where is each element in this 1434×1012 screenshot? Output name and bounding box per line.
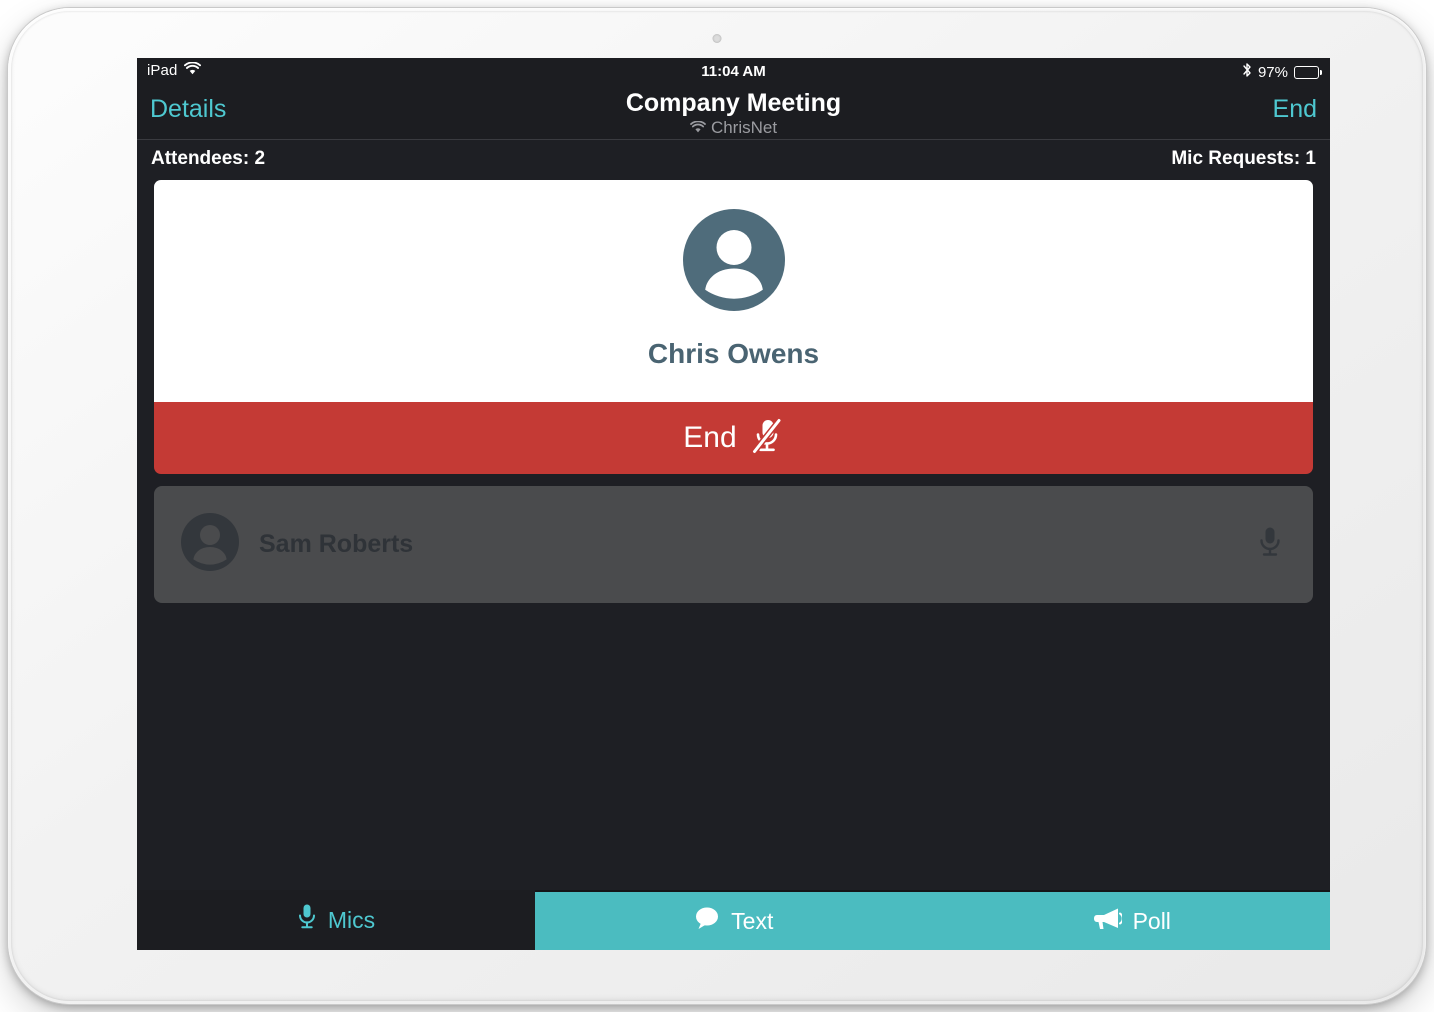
end-speaker-button[interactable]: End [154,402,1313,474]
ipad-screen: iPad 11:04 AM 97% Details Company Meetin… [137,58,1330,950]
front-camera-icon [712,34,722,43]
person-avatar-icon [181,513,239,576]
battery-full-icon [1294,65,1322,79]
list-item[interactable]: Sam Roberts [154,486,1313,603]
tab-mics-label: Mics [327,906,376,933]
battery-percent-label: 97% [1257,63,1288,81]
navigation-bar: Details Company Meeting ChrisNet End [137,86,1330,140]
microphone-icon[interactable] [1257,525,1283,564]
microphone-icon [297,903,317,937]
tab-text[interactable]: Text [535,890,933,950]
wifi-icon [690,118,706,138]
microphone-muted-icon [750,416,784,460]
mic-requests-count-label: Mic Requests: 1 [1171,148,1316,169]
meeting-info-bar: Attendees: 2 Mic Requests: 1 [137,140,1330,180]
page-root: iPad 11:04 AM 97% Details Company Meetin… [0,0,1434,1012]
person-avatar-icon [682,209,785,316]
page-title: Company Meeting [625,89,842,117]
ios-status-bar: iPad 11:04 AM 97% [137,58,1330,86]
speech-bubble-icon [694,906,720,936]
bluetooth-icon [1242,62,1252,82]
attendees-count-label: Attendees: 2 [151,148,266,169]
network-subtitle: ChrisNet [690,118,777,138]
main-content: Chris Owens End Sam Roberts [137,180,1330,603]
attendee-list: Sam Roberts [154,486,1313,603]
tab-text-label: Text [731,907,774,934]
active-speaker-card: Chris Owens [154,180,1313,402]
megaphone-icon [1092,905,1124,937]
tab-poll[interactable]: Poll [932,890,1330,950]
bottom-toolbar: Mics Text Poll [137,890,1330,950]
tab-poll-label: Poll [1132,907,1171,934]
attendee-name-label: Sam Roberts [259,530,414,558]
tab-mics[interactable]: Mics [137,890,535,950]
status-bar-right: 97% [1242,62,1322,82]
active-speaker-name: Chris Owens [647,338,820,369]
nav-title-block: Company Meeting ChrisNet [137,89,1330,138]
network-name-label: ChrisNet [710,118,778,137]
status-bar-time: 11:04 AM [701,63,766,80]
end-meeting-button[interactable]: End [1273,95,1317,124]
end-speaker-label: End [683,421,737,454]
